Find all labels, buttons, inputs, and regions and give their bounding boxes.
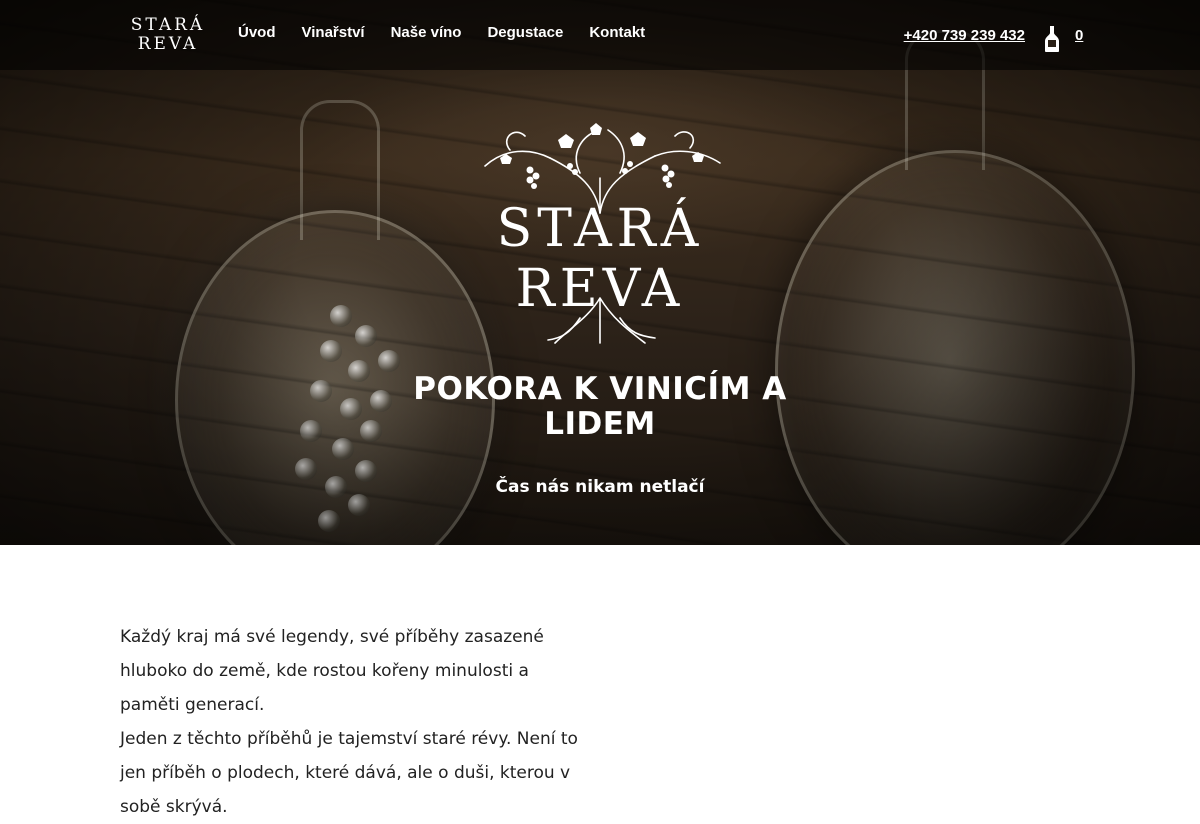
wine-bottle-icon [1045, 26, 1059, 52]
brand-line2: REVA [137, 34, 199, 54]
hero-title: POKORA K VINICÍM A LIDEM [413, 371, 787, 442]
cart-button[interactable]: 0 [1043, 25, 1083, 53]
nav-item-nase-vino[interactable]: Naše víno [391, 24, 462, 41]
intro-paragraph-2: Jeden z těchto příběhů je tajemství star… [120, 729, 578, 817]
main-menu: Úvod Vinařství Naše víno Degustace Konta… [238, 24, 671, 41]
nav-item-kontakt[interactable]: Kontakt [589, 24, 645, 41]
hero-section: STARÁ REVA POKORA K VINICÍM A LIDEM Čas … [0, 0, 1200, 545]
top-navbar: STARÁ REVA Úvod Vinařství Naše víno Degu… [0, 0, 1200, 70]
cart-count: 0 [1075, 27, 1084, 44]
grapevine-icon: STARÁ REVA [484, 123, 721, 344]
brand-logo[interactable]: STARÁ REVA [130, 16, 206, 54]
hero-subtitle: Čas nás nikam netlačí [495, 477, 705, 497]
hero-logo-line2: REVA [516, 259, 685, 319]
hero-logo-line1: STARÁ [497, 197, 704, 259]
nav-item-degustace[interactable]: Degustace [487, 24, 563, 41]
nav-item-vinarstvi[interactable]: Vinařství [302, 24, 365, 41]
intro-text: Každý kraj má své legendy, své příběhy z… [120, 620, 580, 824]
intro-paragraph-1: Každý kraj má své legendy, své příběhy z… [120, 627, 544, 715]
brand-line1: STARÁ [130, 15, 206, 35]
phone-link[interactable]: +420 739 239 432 [904, 27, 1025, 44]
nav-item-uvod[interactable]: Úvod [238, 24, 276, 41]
